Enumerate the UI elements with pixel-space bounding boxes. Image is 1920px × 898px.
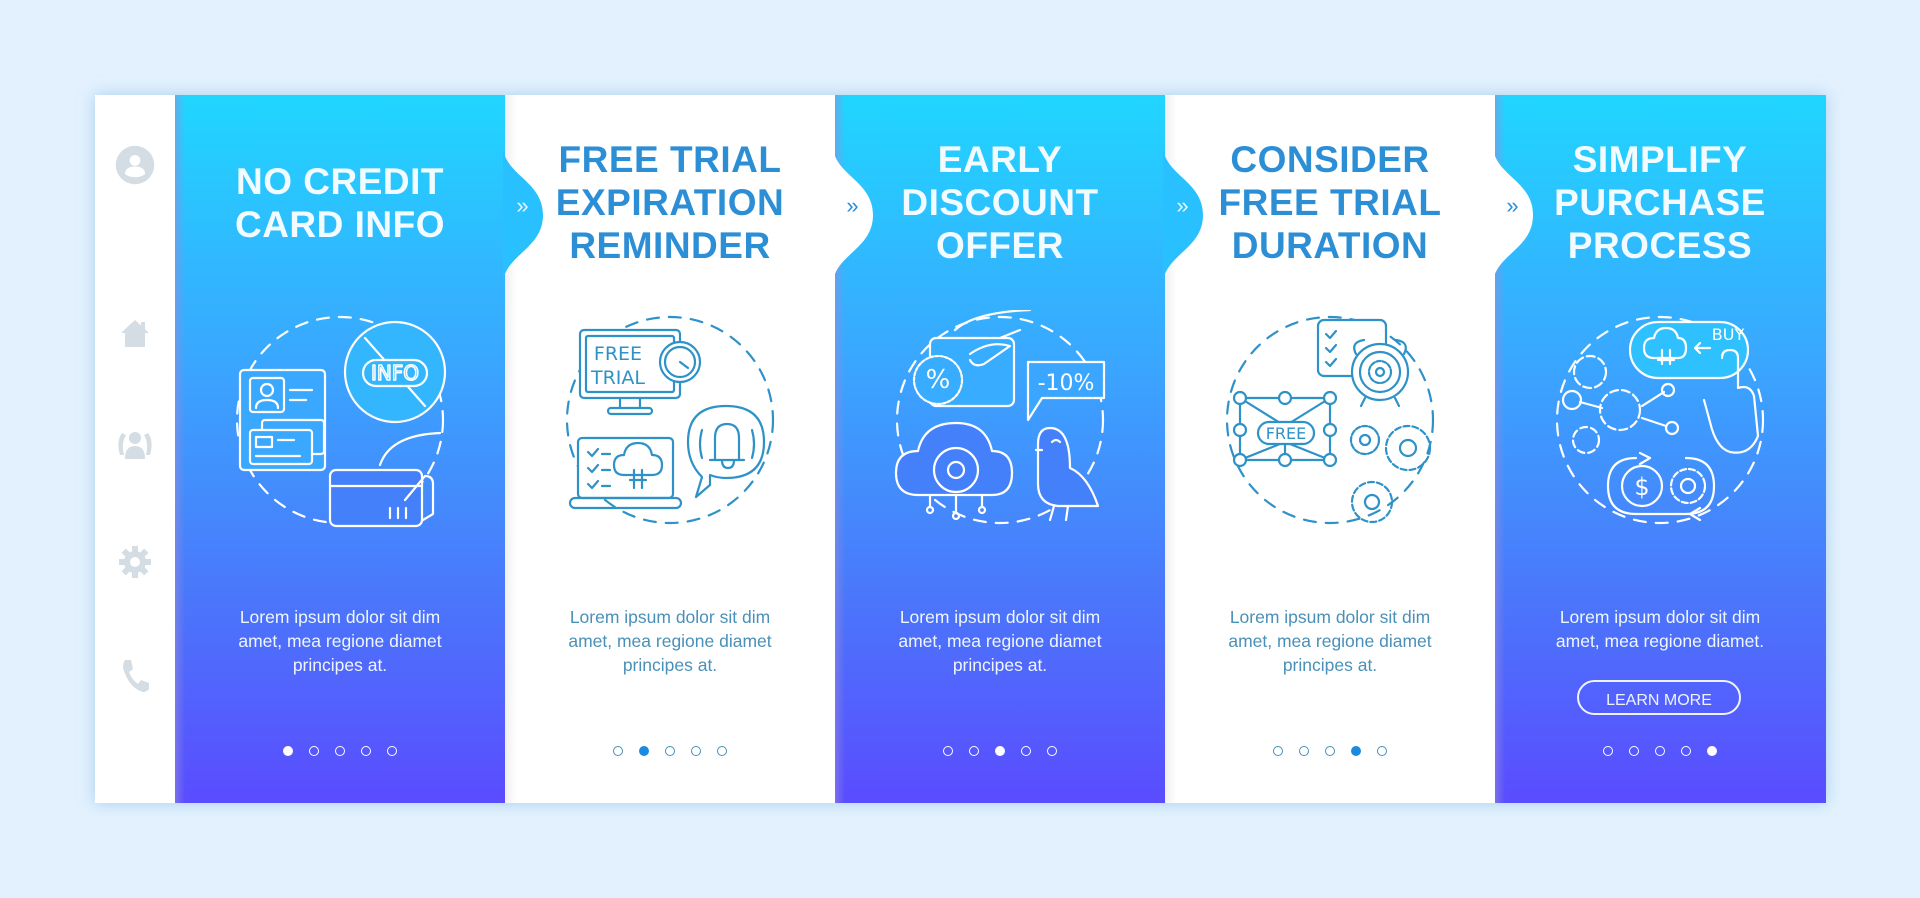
onboarding-step-5: SIMPLIFY PURCHASE PROCESS BUY $ Lorem ip… bbox=[1495, 95, 1826, 803]
description-line: amet, mea regione diamet. bbox=[1555, 631, 1765, 651]
home-icon[interactable] bbox=[115, 313, 155, 353]
page-dot-1[interactable] bbox=[283, 746, 293, 756]
user-avatar-icon[interactable] bbox=[115, 145, 155, 185]
step-description: Lorem ipsum dolor sit dim amet, mea regi… bbox=[540, 605, 800, 677]
step-description: Lorem ipsum dolor sit dim amet, mea regi… bbox=[870, 605, 1130, 677]
step-title: SIMPLIFY PURCHASE PROCESS bbox=[1495, 138, 1825, 267]
next-chevron-icon[interactable]: » bbox=[1169, 195, 1193, 217]
page-dot-1[interactable] bbox=[943, 746, 953, 756]
page-dot-2[interactable] bbox=[1299, 746, 1309, 756]
description-line: principes at. bbox=[1282, 655, 1378, 675]
title-line: REMINDER bbox=[569, 225, 771, 266]
learn-more-button[interactable]: LEARN MORE bbox=[1577, 680, 1741, 715]
description-line: Lorem ipsum dolor sit dim bbox=[1559, 607, 1761, 627]
next-chevron-icon[interactable]: » bbox=[1499, 195, 1523, 217]
title-line: DISCOUNT bbox=[901, 182, 1099, 223]
page-dot-3[interactable] bbox=[995, 746, 1005, 756]
free-trial-reminder-icon: FREE TRIAL bbox=[560, 310, 780, 530]
step-title: EARLY DISCOUNT OFFER bbox=[835, 138, 1165, 267]
icon-text: $ bbox=[1634, 473, 1649, 501]
next-chevron-icon[interactable]: » bbox=[839, 195, 863, 217]
title-line: FREE TRIAL bbox=[1218, 182, 1442, 223]
no-credit-card-info-icon: INFO bbox=[230, 310, 450, 530]
page-dot-2[interactable] bbox=[309, 746, 319, 756]
page-dot-3[interactable] bbox=[1655, 746, 1665, 756]
title-line: CONSIDER bbox=[1230, 139, 1430, 180]
simplify-purchase-icon: BUY $ bbox=[1550, 310, 1770, 530]
page-dot-2[interactable] bbox=[639, 746, 649, 756]
page-dot-4[interactable] bbox=[1351, 746, 1361, 756]
page-dot-5[interactable] bbox=[1707, 746, 1717, 756]
icon-text: -10% bbox=[1038, 371, 1095, 396]
icon-text: BUY bbox=[1712, 325, 1745, 344]
users-group-icon[interactable] bbox=[115, 425, 155, 465]
description-line: Lorem ipsum dolor sit dim bbox=[1229, 607, 1431, 627]
description-line: Lorem ipsum dolor sit dim bbox=[239, 607, 441, 627]
title-line: OFFER bbox=[936, 225, 1064, 266]
description-line: principes at. bbox=[952, 655, 1048, 675]
page-dot-4[interactable] bbox=[1681, 746, 1691, 756]
pagination-dots bbox=[1165, 746, 1495, 756]
step-title: CONSIDER FREE TRIAL DURATION bbox=[1165, 138, 1495, 267]
step-title: NO CREDIT CARD INFO bbox=[175, 160, 505, 246]
page-dot-4[interactable] bbox=[1021, 746, 1031, 756]
page-dot-1[interactable] bbox=[613, 746, 623, 756]
page-dot-3[interactable] bbox=[335, 746, 345, 756]
next-chevron-icon[interactable]: » bbox=[509, 195, 533, 217]
title-line: NO CREDIT bbox=[236, 161, 444, 202]
description-line: principes at. bbox=[292, 655, 388, 675]
page-dot-5[interactable] bbox=[1047, 746, 1057, 756]
description-line: amet, mea regione diamet bbox=[1228, 631, 1432, 651]
description-line: amet, mea regione diamet bbox=[238, 631, 442, 651]
pagination-dots bbox=[1495, 746, 1825, 756]
page-dot-2[interactable] bbox=[969, 746, 979, 756]
title-line: PROCESS bbox=[1567, 225, 1753, 266]
step-description: Lorem ipsum dolor sit dim amet, mea regi… bbox=[1200, 605, 1460, 677]
step-description: Lorem ipsum dolor sit dim amet, mea regi… bbox=[1530, 605, 1790, 653]
description-line: Lorem ipsum dolor sit dim bbox=[899, 607, 1101, 627]
title-line: EARLY bbox=[937, 139, 1063, 180]
step-title: FREE TRIAL EXPIRATION REMINDER bbox=[505, 138, 835, 267]
page-dot-3[interactable] bbox=[1325, 746, 1335, 756]
pagination-dots bbox=[505, 746, 835, 756]
description-line: principes at. bbox=[622, 655, 718, 675]
icon-text: % bbox=[926, 365, 951, 395]
page-dot-4[interactable] bbox=[361, 746, 371, 756]
title-line: EXPIRATION bbox=[555, 182, 785, 223]
sidebar bbox=[95, 95, 175, 803]
icon-text: FREE bbox=[594, 343, 642, 365]
page-dot-3[interactable] bbox=[665, 746, 675, 756]
gear-icon[interactable] bbox=[115, 542, 155, 582]
onboarding-step-2: » FREE TRIAL EXPIRATION REMINDER FREE TR… bbox=[505, 95, 873, 803]
page-dot-5[interactable] bbox=[717, 746, 727, 756]
pagination-dots bbox=[835, 746, 1165, 756]
description-line: amet, mea regione diamet bbox=[898, 631, 1102, 651]
description-line: amet, mea regione diamet bbox=[568, 631, 772, 651]
pagination-dots bbox=[175, 746, 505, 756]
page-dot-1[interactable] bbox=[1603, 746, 1613, 756]
early-discount-icon: % -10% bbox=[890, 308, 1110, 530]
title-line: CARD INFO bbox=[234, 204, 446, 245]
trial-duration-icon: FREE bbox=[1220, 310, 1440, 530]
icon-text: FREE bbox=[1266, 424, 1307, 443]
onboarding-step-1: » NO CREDIT CARD INFO INFO Lorem ipsum d… bbox=[175, 95, 543, 803]
info-label: INFO bbox=[371, 361, 419, 385]
onboarding-step-4: » CONSIDER FREE TRIAL DURATION FREE Lore… bbox=[1165, 95, 1533, 803]
step-description: Lorem ipsum dolor sit dim amet, mea regi… bbox=[210, 605, 470, 677]
page-dot-5[interactable] bbox=[1377, 746, 1387, 756]
title-line: FREE TRIAL bbox=[558, 139, 782, 180]
description-line: Lorem ipsum dolor sit dim bbox=[569, 607, 771, 627]
phone-icon[interactable] bbox=[115, 655, 155, 695]
page-dot-1[interactable] bbox=[1273, 746, 1283, 756]
onboarding-card: » NO CREDIT CARD INFO INFO Lorem ipsum d… bbox=[95, 95, 1826, 803]
icon-text: TRIAL bbox=[590, 367, 645, 389]
onboarding-step-3: » EARLY DISCOUNT OFFER % -10% Lorem ipsu… bbox=[835, 95, 1203, 803]
title-line: DURATION bbox=[1231, 225, 1429, 266]
page-dot-4[interactable] bbox=[691, 746, 701, 756]
page-dot-2[interactable] bbox=[1629, 746, 1639, 756]
page-dot-5[interactable] bbox=[387, 746, 397, 756]
title-line: SIMPLIFY bbox=[1572, 139, 1748, 180]
title-line: PURCHASE bbox=[1554, 182, 1766, 223]
